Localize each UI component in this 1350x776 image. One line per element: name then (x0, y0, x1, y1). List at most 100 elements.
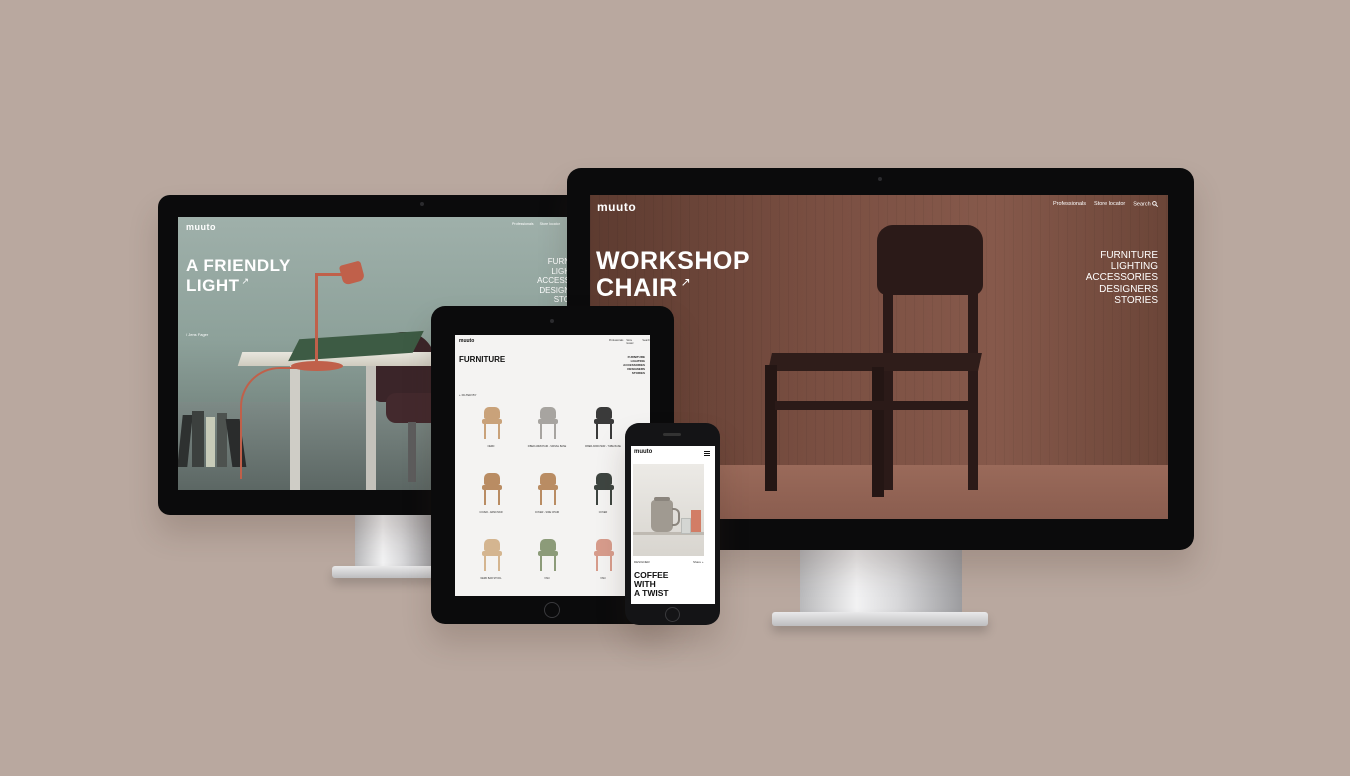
product-image (593, 473, 615, 505)
product-card[interactable]: COVER - SIDE CHAIR (523, 471, 571, 531)
hamburger-icon[interactable] (704, 451, 710, 456)
product-card[interactable]: NERD BAR STOOL (467, 537, 515, 596)
product-image (537, 473, 559, 505)
arrow-icon: ↗ (241, 276, 250, 286)
coffee-pot (651, 500, 673, 532)
product-card[interactable]: COVER - ARMCHAIR (467, 471, 515, 531)
right-logo[interactable]: muuto (597, 200, 636, 214)
product-image (593, 407, 615, 439)
share-button[interactable]: Share + (693, 560, 704, 564)
phone-home-button[interactable] (665, 607, 680, 622)
left-headline-line1: A FRIENDLY (186, 256, 291, 275)
product-name: FIBER ARMCHAIR - SWIVEL BASE (527, 445, 567, 448)
nav-store-locator[interactable]: Store locator (540, 222, 560, 226)
nav-store-locator[interactable]: Store locator (1094, 201, 1125, 207)
product-name: COVER (598, 511, 608, 514)
nav-search[interactable]: Search (1133, 201, 1159, 208)
lamp-cable (240, 367, 302, 479)
right-monitor-camera (878, 177, 882, 181)
phone-screen: muuto DESIGNER Share + COFFEE WITH A TWI… (631, 446, 715, 604)
nav-store-locator[interactable]: Store locator (626, 339, 639, 345)
menu-item-stories[interactable]: STORIES (1060, 295, 1158, 306)
product-card[interactable]: NERD (467, 405, 515, 465)
left-monitor-camera (420, 202, 424, 206)
lamp-stem (315, 275, 318, 363)
chair-stretcher (775, 401, 975, 410)
designer-credit[interactable]: / Jens Fager (186, 332, 208, 337)
menu-item-stories[interactable]: STO (518, 295, 570, 305)
books (178, 407, 248, 467)
menu-item-lighting[interactable]: LIGHTING (1060, 261, 1158, 272)
tablet-page-title: FURNITURE (459, 355, 506, 364)
product-card[interactable]: COVER (579, 471, 627, 531)
right-menu: FURNITURE LIGHTING ACCESSORIES DESIGNERS… (1060, 250, 1158, 306)
product-card[interactable]: VISU (523, 537, 571, 596)
pot-handle (672, 508, 680, 526)
nav-search[interactable]: Search (642, 339, 650, 345)
product-name: VISU (600, 577, 606, 580)
product-grid: NERD FIBER ARMCHAIR - SWIVEL BASE FIBER AR… (455, 405, 650, 596)
chair-front-leg-left (765, 365, 777, 491)
product-image (593, 539, 615, 571)
lamp-shade (338, 260, 366, 286)
desk-leg-right (366, 366, 376, 490)
right-headline-line1: WORKSHOP (596, 247, 750, 275)
menu-item-lighting[interactable]: LIGH (518, 267, 570, 277)
left-logo[interactable]: muuto (186, 222, 216, 232)
nav-professionals[interactable]: Professionals (512, 222, 534, 226)
tablet-home-button[interactable] (544, 602, 560, 618)
product-image (633, 464, 704, 556)
tablet-logo[interactable]: muuto (459, 338, 474, 344)
chair-backrest (877, 225, 983, 295)
menu-item-accessories[interactable]: ACCESS (518, 276, 570, 286)
chair-front-leg-right (872, 367, 884, 497)
menu-item-designers[interactable]: DESIGNERS (1060, 284, 1158, 295)
product-name: VISU (544, 577, 550, 580)
right-headline[interactable]: WORKSHOP CHAIR ↗ (596, 249, 750, 301)
product-card[interactable]: VISU (579, 537, 627, 596)
chair-back-post-left (883, 290, 893, 490)
tablet-screen: muuto Professionals Store locator Search… (455, 335, 650, 596)
right-headline-line2: CHAIR (596, 274, 678, 302)
phone-speaker (663, 433, 681, 436)
menu-item-furniture[interactable]: FURN (518, 257, 570, 267)
phone-logo[interactable]: muuto (634, 449, 652, 455)
left-headline[interactable]: A FRIENDLY LIGHT ↗ (186, 257, 291, 294)
menu-item-accessories[interactable]: ACCESSORIES (1060, 272, 1158, 283)
product-name: NERD BAR STOOL (480, 577, 502, 580)
product-card[interactable]: FIBER ARMCHAIR - SWIVEL BASE (523, 405, 571, 465)
left-menu: FURN LIGH ACCESS DESIGN STO (518, 257, 570, 305)
product-image (537, 539, 559, 571)
menu-item-stories[interactable]: STORIES (605, 371, 645, 375)
product-name: COVER - ARMCHAIR (479, 511, 503, 514)
left-monitor-stand-neck (355, 512, 435, 570)
product-name: COVER - SIDE CHAIR (534, 511, 560, 514)
menu-item-furniture[interactable]: FURNITURE (1060, 250, 1158, 261)
search-icon (1152, 201, 1159, 208)
menu-item-designers[interactable]: DESIGN (518, 286, 570, 296)
chair-base (408, 422, 416, 482)
product-image (481, 473, 503, 505)
product-image (481, 539, 503, 571)
filter-button[interactable]: + FILTER BY (459, 393, 477, 397)
tablet-nav: Professionals Store locator Search (609, 339, 650, 345)
tablet-menu: FURNITURE LIGHTING ACCESSORIES DESIGNERS… (605, 355, 645, 375)
right-nav: Professionals Store locator Search (1053, 201, 1159, 208)
phone-headline[interactable]: COFFEE WITH A TWIST (634, 571, 669, 598)
product-image (481, 407, 503, 439)
product-image (537, 407, 559, 439)
nav-professionals[interactable]: Professionals (609, 339, 623, 345)
tablet-camera (550, 319, 554, 323)
headline-line3: A TWIST (634, 588, 669, 598)
arrow-icon: ↗ (680, 275, 692, 289)
phone-category: DESIGNER (634, 560, 650, 564)
nav-professionals[interactable]: Professionals (1053, 201, 1086, 207)
left-headline-line2: LIGHT (186, 276, 240, 295)
left-nav: Professionals Store locator (512, 222, 560, 226)
right-monitor-stand-neck (800, 548, 962, 618)
chair-back-post-right (968, 290, 978, 490)
product-card[interactable]: FIBER ARMCHAIR - TUBE BASE (579, 405, 627, 465)
right-monitor-stand-base (772, 612, 988, 626)
jar (691, 510, 701, 532)
shelf (633, 532, 704, 535)
